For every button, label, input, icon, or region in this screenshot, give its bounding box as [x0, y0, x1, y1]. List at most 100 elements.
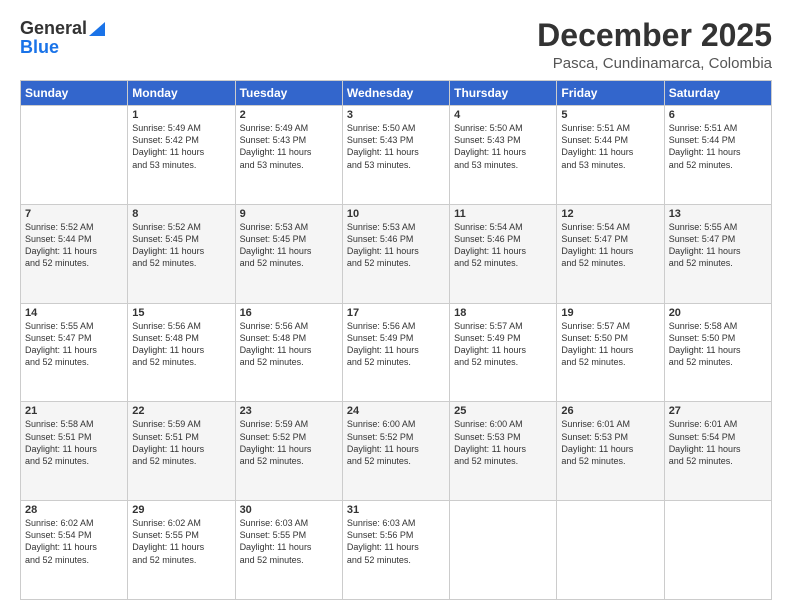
week-row-2: 7Sunrise: 5:52 AM Sunset: 5:44 PM Daylig… [21, 204, 772, 303]
calendar-cell: 16Sunrise: 5:56 AM Sunset: 5:48 PM Dayli… [235, 303, 342, 402]
calendar-cell: 15Sunrise: 5:56 AM Sunset: 5:48 PM Dayli… [128, 303, 235, 402]
calendar-cell: 23Sunrise: 5:59 AM Sunset: 5:52 PM Dayli… [235, 402, 342, 501]
day-number: 21 [25, 405, 123, 417]
cell-info: Sunrise: 6:03 AM Sunset: 5:56 PM Dayligh… [347, 517, 445, 566]
header: General Blue December 2025 Pasca, Cundin… [20, 18, 772, 72]
day-number: 6 [669, 109, 767, 121]
day-number: 10 [347, 208, 445, 220]
day-number: 14 [25, 307, 123, 319]
day-number: 16 [240, 307, 338, 319]
cell-info: Sunrise: 6:01 AM Sunset: 5:53 PM Dayligh… [561, 418, 659, 467]
day-number: 28 [25, 504, 123, 516]
calendar-cell: 27Sunrise: 6:01 AM Sunset: 5:54 PM Dayli… [664, 402, 771, 501]
cell-info: Sunrise: 5:52 AM Sunset: 5:44 PM Dayligh… [25, 221, 123, 270]
day-number: 19 [561, 307, 659, 319]
cell-info: Sunrise: 5:59 AM Sunset: 5:51 PM Dayligh… [132, 418, 230, 467]
cell-info: Sunrise: 5:54 AM Sunset: 5:46 PM Dayligh… [454, 221, 552, 270]
day-number: 7 [25, 208, 123, 220]
day-number: 9 [240, 208, 338, 220]
calendar-cell [557, 501, 664, 600]
calendar-cell: 20Sunrise: 5:58 AM Sunset: 5:50 PM Dayli… [664, 303, 771, 402]
calendar-cell: 3Sunrise: 5:50 AM Sunset: 5:43 PM Daylig… [342, 106, 449, 205]
calendar-cell: 17Sunrise: 5:56 AM Sunset: 5:49 PM Dayli… [342, 303, 449, 402]
calendar-cell [21, 106, 128, 205]
week-row-5: 28Sunrise: 6:02 AM Sunset: 5:54 PM Dayli… [21, 501, 772, 600]
calendar-cell: 29Sunrise: 6:02 AM Sunset: 5:55 PM Dayli… [128, 501, 235, 600]
cell-info: Sunrise: 6:02 AM Sunset: 5:54 PM Dayligh… [25, 517, 123, 566]
calendar-cell [664, 501, 771, 600]
calendar-cell: 12Sunrise: 5:54 AM Sunset: 5:47 PM Dayli… [557, 204, 664, 303]
calendar-cell: 4Sunrise: 5:50 AM Sunset: 5:43 PM Daylig… [450, 106, 557, 205]
day-number: 13 [669, 208, 767, 220]
day-number: 17 [347, 307, 445, 319]
cell-info: Sunrise: 5:54 AM Sunset: 5:47 PM Dayligh… [561, 221, 659, 270]
calendar-cell: 25Sunrise: 6:00 AM Sunset: 5:53 PM Dayli… [450, 402, 557, 501]
calendar-table: SundayMondayTuesdayWednesdayThursdayFrid… [20, 80, 772, 600]
day-number: 12 [561, 208, 659, 220]
day-number: 23 [240, 405, 338, 417]
day-of-week-thursday: Thursday [450, 81, 557, 106]
calendar-cell: 9Sunrise: 5:53 AM Sunset: 5:45 PM Daylig… [235, 204, 342, 303]
calendar-header-row: SundayMondayTuesdayWednesdayThursdayFrid… [21, 81, 772, 106]
cell-info: Sunrise: 5:53 AM Sunset: 5:46 PM Dayligh… [347, 221, 445, 270]
calendar-cell: 11Sunrise: 5:54 AM Sunset: 5:46 PM Dayli… [450, 204, 557, 303]
day-number: 22 [132, 405, 230, 417]
day-number: 25 [454, 405, 552, 417]
calendar-cell: 21Sunrise: 5:58 AM Sunset: 5:51 PM Dayli… [21, 402, 128, 501]
day-number: 20 [669, 307, 767, 319]
week-row-1: 1Sunrise: 5:49 AM Sunset: 5:42 PM Daylig… [21, 106, 772, 205]
day-of-week-tuesday: Tuesday [235, 81, 342, 106]
day-number: 1 [132, 109, 230, 121]
cell-info: Sunrise: 5:57 AM Sunset: 5:49 PM Dayligh… [454, 320, 552, 369]
day-of-week-wednesday: Wednesday [342, 81, 449, 106]
day-number: 8 [132, 208, 230, 220]
cell-info: Sunrise: 5:53 AM Sunset: 5:45 PM Dayligh… [240, 221, 338, 270]
calendar-cell: 7Sunrise: 5:52 AM Sunset: 5:44 PM Daylig… [21, 204, 128, 303]
cell-info: Sunrise: 6:00 AM Sunset: 5:53 PM Dayligh… [454, 418, 552, 467]
day-of-week-saturday: Saturday [664, 81, 771, 106]
day-number: 15 [132, 307, 230, 319]
main-title: December 2025 [537, 18, 772, 53]
calendar-cell: 22Sunrise: 5:59 AM Sunset: 5:51 PM Dayli… [128, 402, 235, 501]
calendar-cell: 14Sunrise: 5:55 AM Sunset: 5:47 PM Dayli… [21, 303, 128, 402]
cell-info: Sunrise: 5:49 AM Sunset: 5:43 PM Dayligh… [240, 122, 338, 171]
cell-info: Sunrise: 6:03 AM Sunset: 5:55 PM Dayligh… [240, 517, 338, 566]
day-number: 11 [454, 208, 552, 220]
day-number: 29 [132, 504, 230, 516]
calendar-cell: 2Sunrise: 5:49 AM Sunset: 5:43 PM Daylig… [235, 106, 342, 205]
cell-info: Sunrise: 5:55 AM Sunset: 5:47 PM Dayligh… [25, 320, 123, 369]
week-row-3: 14Sunrise: 5:55 AM Sunset: 5:47 PM Dayli… [21, 303, 772, 402]
day-number: 26 [561, 405, 659, 417]
logo-general-text: General [20, 18, 87, 39]
cell-info: Sunrise: 5:56 AM Sunset: 5:49 PM Dayligh… [347, 320, 445, 369]
logo-arrow-icon [89, 22, 105, 36]
calendar-cell: 26Sunrise: 6:01 AM Sunset: 5:53 PM Dayli… [557, 402, 664, 501]
day-of-week-sunday: Sunday [21, 81, 128, 106]
calendar-cell: 24Sunrise: 6:00 AM Sunset: 5:52 PM Dayli… [342, 402, 449, 501]
cell-info: Sunrise: 6:00 AM Sunset: 5:52 PM Dayligh… [347, 418, 445, 467]
day-of-week-friday: Friday [557, 81, 664, 106]
subtitle: Pasca, Cundinamarca, Colombia [537, 55, 772, 72]
calendar-cell: 30Sunrise: 6:03 AM Sunset: 5:55 PM Dayli… [235, 501, 342, 600]
day-number: 2 [240, 109, 338, 121]
calendar-cell: 13Sunrise: 5:55 AM Sunset: 5:47 PM Dayli… [664, 204, 771, 303]
calendar-cell: 31Sunrise: 6:03 AM Sunset: 5:56 PM Dayli… [342, 501, 449, 600]
calendar-cell: 19Sunrise: 5:57 AM Sunset: 5:50 PM Dayli… [557, 303, 664, 402]
cell-info: Sunrise: 5:50 AM Sunset: 5:43 PM Dayligh… [454, 122, 552, 171]
cell-info: Sunrise: 5:58 AM Sunset: 5:50 PM Dayligh… [669, 320, 767, 369]
page: General Blue December 2025 Pasca, Cundin… [0, 0, 792, 612]
day-number: 27 [669, 405, 767, 417]
week-row-4: 21Sunrise: 5:58 AM Sunset: 5:51 PM Dayli… [21, 402, 772, 501]
cell-info: Sunrise: 5:59 AM Sunset: 5:52 PM Dayligh… [240, 418, 338, 467]
cell-info: Sunrise: 5:56 AM Sunset: 5:48 PM Dayligh… [132, 320, 230, 369]
calendar-cell: 5Sunrise: 5:51 AM Sunset: 5:44 PM Daylig… [557, 106, 664, 205]
day-number: 3 [347, 109, 445, 121]
cell-info: Sunrise: 5:49 AM Sunset: 5:42 PM Dayligh… [132, 122, 230, 171]
day-number: 4 [454, 109, 552, 121]
logo-blue-text: Blue [20, 37, 59, 58]
cell-info: Sunrise: 5:57 AM Sunset: 5:50 PM Dayligh… [561, 320, 659, 369]
cell-info: Sunrise: 6:01 AM Sunset: 5:54 PM Dayligh… [669, 418, 767, 467]
cell-info: Sunrise: 5:55 AM Sunset: 5:47 PM Dayligh… [669, 221, 767, 270]
calendar-cell: 6Sunrise: 5:51 AM Sunset: 5:44 PM Daylig… [664, 106, 771, 205]
cell-info: Sunrise: 5:51 AM Sunset: 5:44 PM Dayligh… [669, 122, 767, 171]
